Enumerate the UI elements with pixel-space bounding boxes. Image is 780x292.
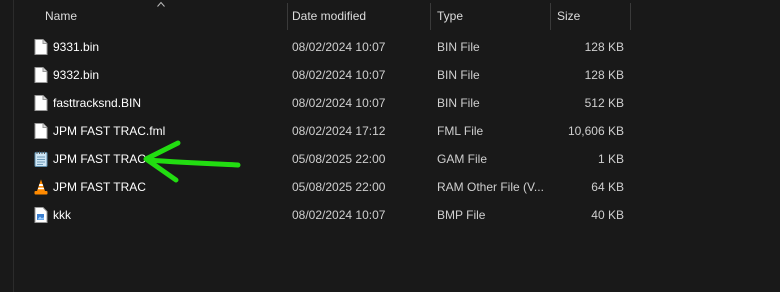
- file-row[interactable]: 9331.bin 08/02/2024 10:07 BIN File 128 K…: [26, 35, 634, 59]
- file-size: 10,606 KB: [567, 124, 624, 138]
- column-header-type[interactable]: Type: [431, 3, 549, 30]
- file-date-modified: 08/02/2024 10:07: [292, 208, 386, 222]
- file-name: fasttracksnd.BIN: [53, 96, 142, 110]
- column-header-size[interactable]: Size: [551, 3, 629, 30]
- document-icon: [34, 39, 48, 55]
- file-row[interactable]: fasttracksnd.BIN 08/02/2024 10:07 BIN Fi…: [26, 91, 634, 115]
- document-icon: [34, 95, 48, 111]
- file-name: JPM FAST TRAC: [53, 152, 146, 166]
- column-header-name[interactable]: Name: [36, 3, 292, 30]
- notepad-icon: [34, 151, 48, 167]
- file-date-modified: 08/02/2024 10:07: [292, 40, 386, 54]
- file-date-modified: 08/02/2024 10:07: [292, 68, 386, 82]
- file-row[interactable]: 9332.bin 08/02/2024 10:07 BIN File 128 K…: [26, 63, 634, 87]
- file-row[interactable]: JPM FAST TRAC.fml 08/02/2024 17:12 FML F…: [26, 119, 634, 143]
- file-date-modified: 08/02/2024 17:12: [292, 124, 386, 138]
- column-header-date-modified[interactable]: Date modified: [288, 3, 428, 30]
- file-date-modified: 05/08/2025 22:00: [292, 152, 386, 166]
- file-row[interactable]: JPM FAST TRAC 05/08/2025 22:00 GAM File …: [26, 147, 634, 171]
- file-size: 1 KB: [597, 152, 624, 166]
- file-name: 9332.bin: [53, 68, 100, 82]
- document-icon: [34, 123, 48, 139]
- file-name: 9331.bin: [53, 40, 100, 54]
- file-size: 128 KB: [584, 68, 624, 82]
- file-row[interactable]: JPM FAST TRAC 05/08/2025 22:00 RAM Other…: [26, 175, 634, 199]
- file-name: kkk: [53, 208, 71, 222]
- file-size: 512 KB: [584, 96, 624, 110]
- file-date-modified: 08/02/2024 10:07: [292, 96, 386, 110]
- file-size: 128 KB: [584, 40, 624, 54]
- file-date-modified: 05/08/2025 22:00: [292, 180, 386, 194]
- file-size: 64 KB: [591, 180, 624, 194]
- file-row[interactable]: kkk 08/02/2024 10:07 BMP File 40 KB: [26, 203, 634, 227]
- file-name: JPM FAST TRAC: [53, 180, 146, 194]
- vlc-cone-icon: [34, 179, 48, 195]
- pane-left-border: [13, 0, 14, 292]
- bitmap-icon: [34, 207, 48, 223]
- file-name: JPM FAST TRAC.fml: [53, 124, 166, 138]
- document-icon: [34, 67, 48, 83]
- column-divider[interactable]: [630, 3, 631, 30]
- file-size: 40 KB: [591, 208, 624, 222]
- column-header-bar: Name Date modified Type Size: [0, 0, 780, 30]
